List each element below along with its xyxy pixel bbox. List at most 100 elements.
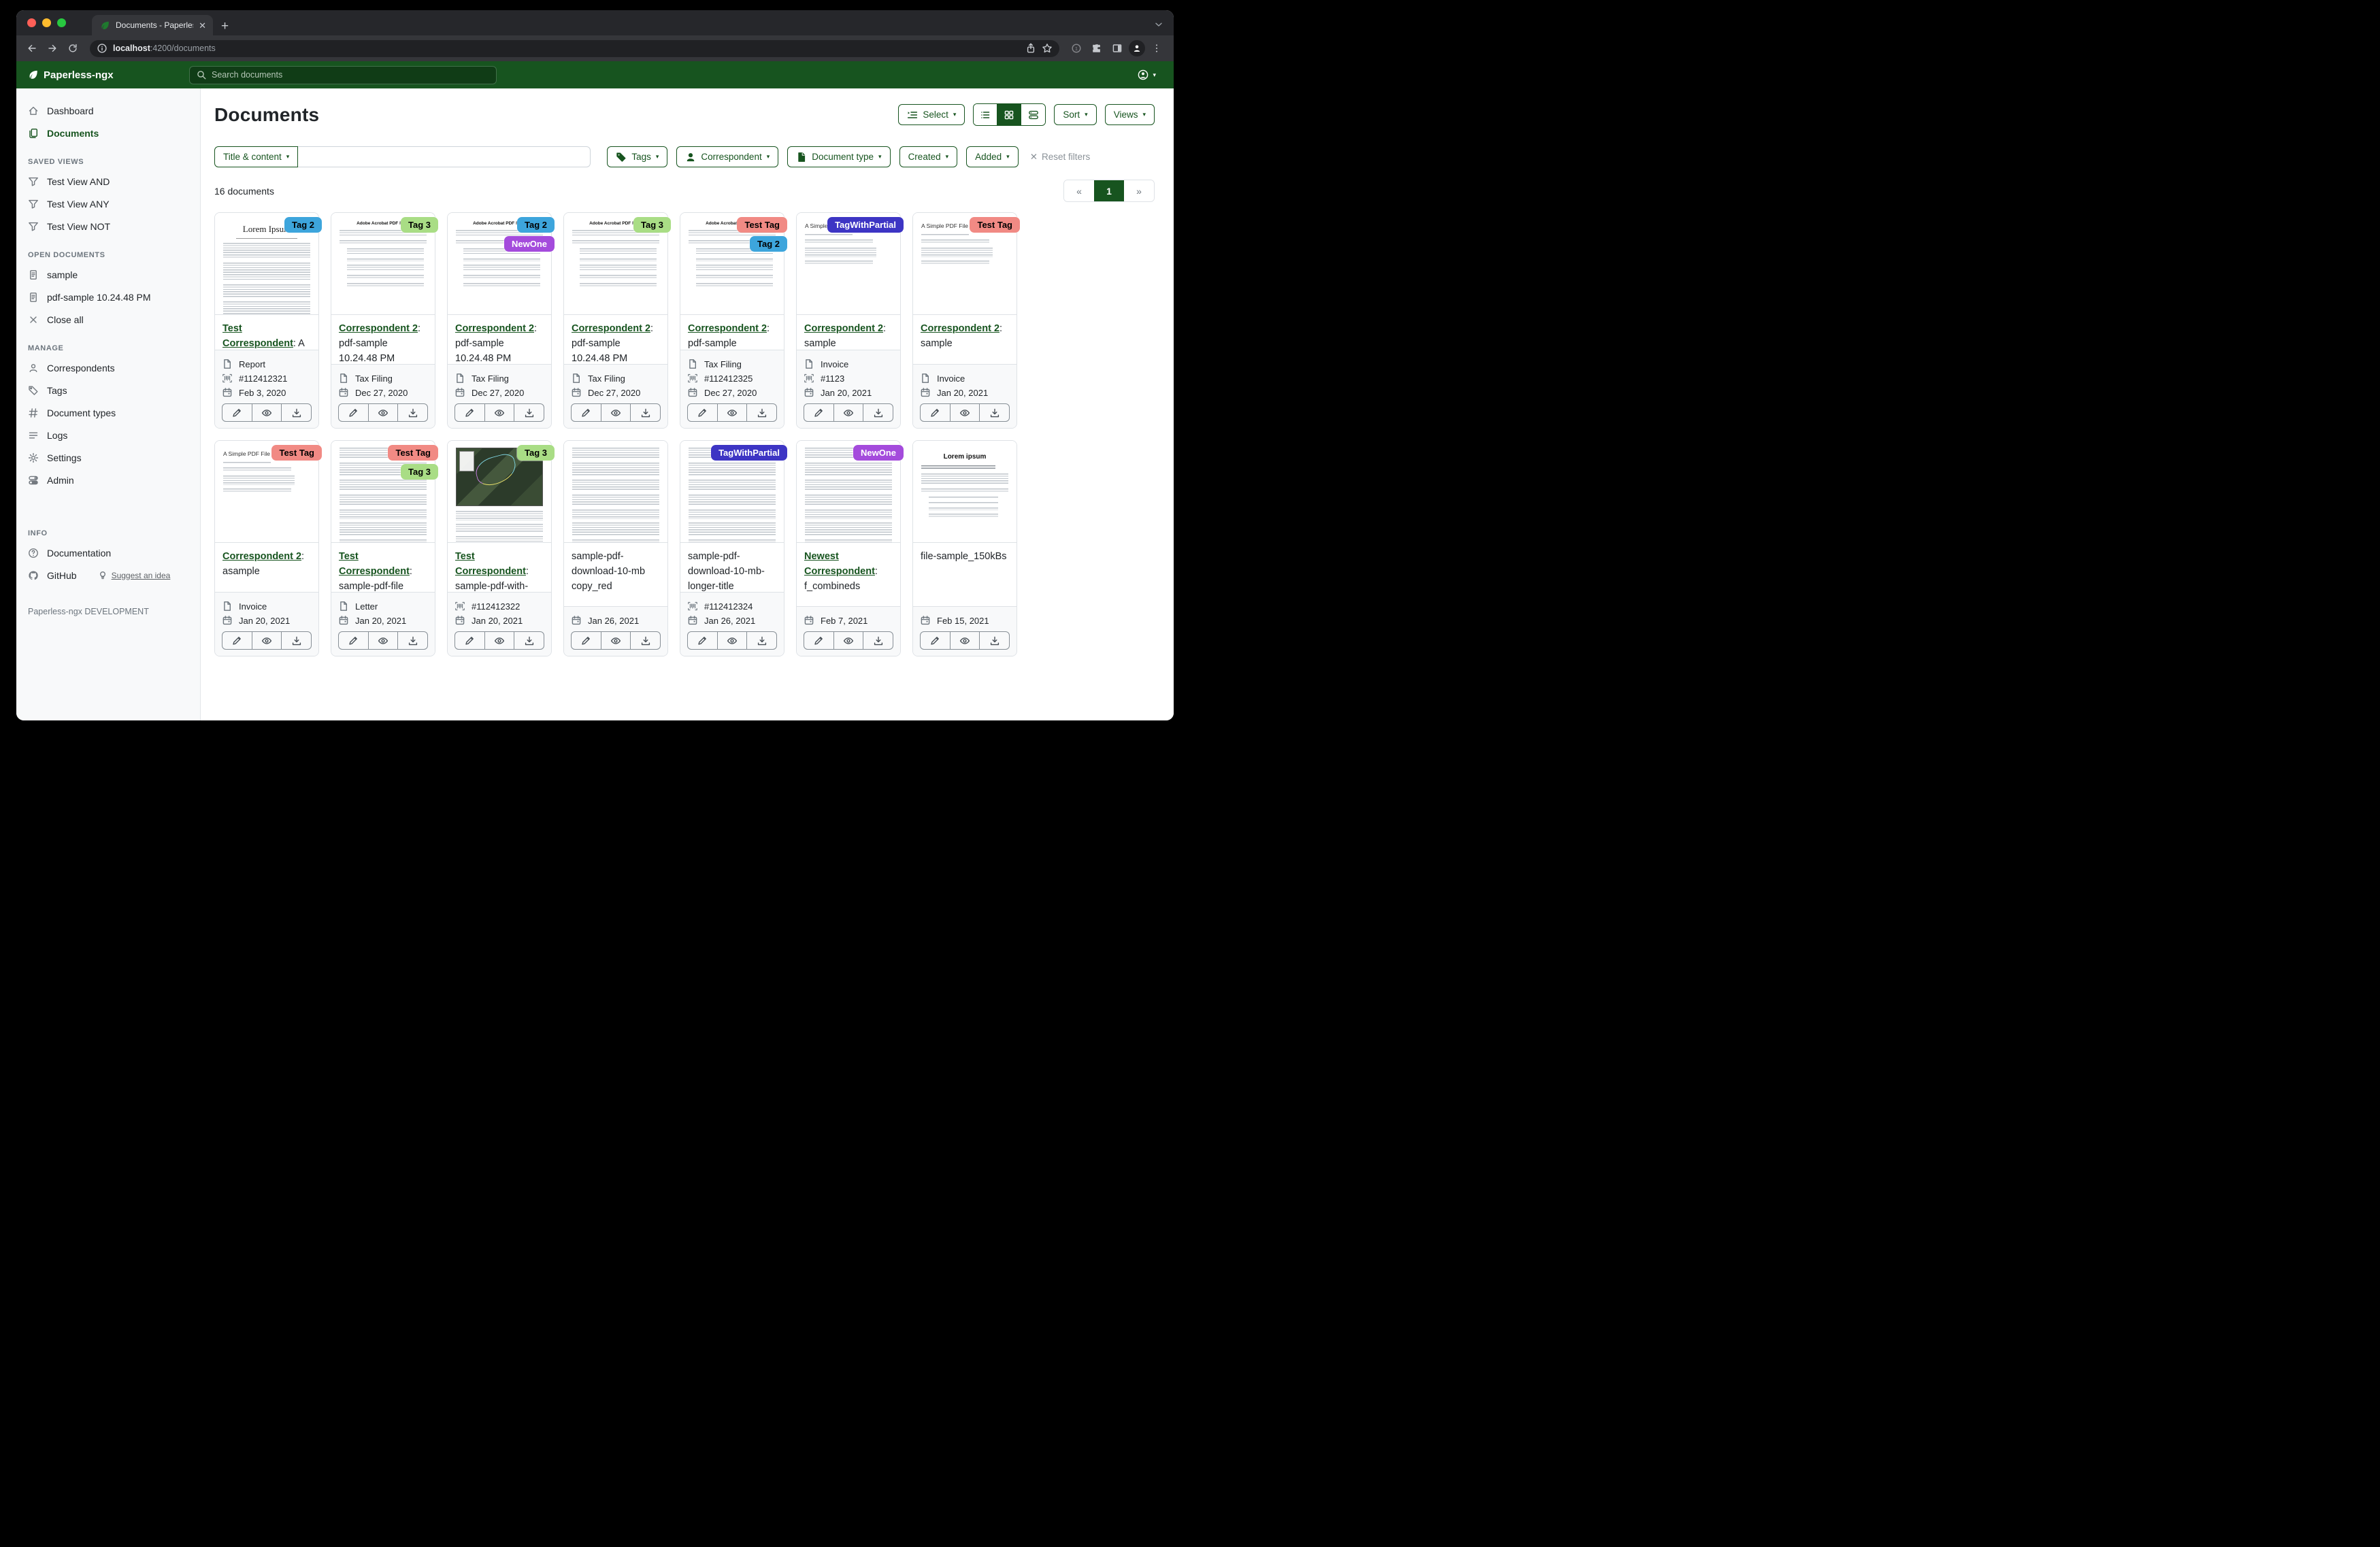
sidebar-item-test-view-any[interactable]: Test View ANY — [16, 193, 193, 215]
preview-button[interactable] — [485, 632, 515, 649]
select-button[interactable]: Select▾ — [898, 104, 965, 125]
suggest-idea-link[interactable]: Suggest an idea — [112, 571, 171, 580]
tag-badge[interactable]: NewOne — [504, 236, 555, 252]
download-button[interactable] — [282, 632, 311, 649]
tag-badge[interactable]: TagWithPartial — [827, 217, 904, 233]
list-view-toggle[interactable] — [974, 104, 997, 125]
tag-badge[interactable]: Test Tag — [271, 445, 322, 461]
correspondent-link[interactable]: Test Correspondent — [455, 551, 526, 577]
tag-badge[interactable]: Tag 2 — [750, 236, 787, 252]
download-button[interactable] — [980, 404, 1009, 421]
pagination-page-1[interactable]: 1 — [1094, 180, 1124, 201]
correspondent-link[interactable]: Correspondent 2 — [688, 323, 767, 334]
bookmark-star-icon[interactable] — [1042, 43, 1053, 54]
preview-button[interactable] — [601, 404, 631, 421]
back-button[interactable] — [23, 39, 41, 57]
preview-button[interactable] — [718, 632, 748, 649]
document-thumbnail[interactable] — [564, 441, 667, 543]
edit-button[interactable] — [455, 404, 485, 421]
site-info-icon[interactable] — [97, 43, 108, 54]
tag-badge[interactable]: Tag 3 — [517, 445, 555, 461]
tag-badge[interactable]: Test Tag — [970, 217, 1020, 233]
added-filter-button[interactable]: Added▾ — [966, 146, 1019, 167]
correspondent-link[interactable]: Test Correspondent — [222, 323, 293, 349]
edit-button[interactable] — [804, 404, 834, 421]
tab-search-chevron-icon[interactable] — [1153, 19, 1164, 30]
download-button[interactable] — [747, 404, 776, 421]
user-menu[interactable]: ▾ — [1138, 69, 1174, 80]
tag-badge[interactable]: NewOne — [853, 445, 904, 461]
tag-badge[interactable]: Tag 2 — [284, 217, 322, 233]
preview-button[interactable] — [834, 632, 864, 649]
tag-badge[interactable]: Tag 3 — [633, 217, 671, 233]
browser-tab[interactable]: Documents - Paperless-ngx ✕ — [92, 15, 213, 35]
edit-button[interactable] — [572, 632, 601, 649]
tag-badge[interactable]: Test Tag — [737, 217, 787, 233]
correspondent-link[interactable]: Correspondent 2 — [339, 323, 418, 334]
preview-button[interactable] — [252, 404, 282, 421]
search-input[interactable] — [212, 70, 490, 80]
preview-button[interactable] — [369, 404, 399, 421]
forward-button[interactable] — [44, 39, 61, 57]
edit-button[interactable] — [339, 404, 369, 421]
grid-view-toggle[interactable] — [997, 104, 1021, 125]
sidebar-item-admin[interactable]: Admin — [16, 469, 193, 491]
correspondent-link[interactable]: Correspondent 2 — [921, 323, 999, 334]
sidebar-item-dashboard[interactable]: Dashboard — [16, 99, 193, 122]
side-panel-icon[interactable] — [1108, 39, 1126, 57]
download-button[interactable] — [398, 404, 427, 421]
edit-button[interactable] — [921, 632, 951, 649]
app-brand[interactable]: Paperless-ngx — [16, 69, 189, 81]
zoom-window-button[interactable] — [57, 18, 66, 27]
preview-button[interactable] — [485, 404, 515, 421]
download-button[interactable] — [282, 404, 311, 421]
sidebar-item-tags[interactable]: Tags — [16, 379, 193, 401]
share-icon[interactable] — [1025, 43, 1036, 54]
extension-badge-icon[interactable]: 1 — [1068, 39, 1085, 57]
preview-button[interactable] — [951, 404, 980, 421]
edit-button[interactable] — [222, 632, 252, 649]
preview-button[interactable] — [834, 404, 864, 421]
correspondent-link[interactable]: Correspondent 2 — [455, 323, 534, 334]
correspondent-link[interactable]: Correspondent 2 — [222, 551, 301, 562]
tag-badge[interactable]: TagWithPartial — [711, 445, 787, 461]
download-button[interactable] — [514, 632, 544, 649]
created-filter-button[interactable]: Created▾ — [899, 146, 958, 167]
download-button[interactable] — [631, 404, 660, 421]
correspondent-link[interactable]: Newest Correspondent — [804, 551, 875, 577]
detail-view-toggle[interactable] — [1021, 104, 1045, 125]
edit-button[interactable] — [455, 632, 485, 649]
preview-button[interactable] — [718, 404, 748, 421]
tag-badge[interactable]: Tag 2 — [517, 217, 555, 233]
sidebar-item-settings[interactable]: Settings — [16, 446, 193, 469]
sidebar-item-documentation[interactable]: Documentation — [16, 542, 193, 564]
download-button[interactable] — [631, 632, 660, 649]
document-thumbnail[interactable]: Lorem ipsum — [913, 441, 1017, 543]
title-content-dropdown[interactable]: Title & content▾ — [214, 146, 298, 167]
sidebar-item-sample[interactable]: sample — [16, 263, 193, 286]
sidebar-item-documents[interactable]: Documents — [16, 122, 193, 144]
tags-filter-button[interactable]: Tags▾ — [607, 146, 667, 167]
sidebar-item-document-types[interactable]: Document types — [16, 401, 193, 424]
browser-menu-icon[interactable] — [1148, 39, 1166, 57]
title-content-input[interactable] — [298, 146, 591, 167]
window-controls[interactable] — [16, 10, 77, 35]
edit-button[interactable] — [688, 632, 718, 649]
edit-button[interactable] — [222, 404, 252, 421]
edit-button[interactable] — [572, 404, 601, 421]
download-button[interactable] — [980, 632, 1009, 649]
sidebar-item-pdf-sample-10-24-48-pm[interactable]: pdf-sample 10.24.48 PM — [16, 286, 193, 308]
preview-button[interactable] — [601, 632, 631, 649]
edit-button[interactable] — [804, 632, 834, 649]
download-button[interactable] — [863, 404, 893, 421]
download-button[interactable] — [863, 632, 893, 649]
sidebar-item-close-all[interactable]: Close all — [16, 308, 193, 331]
sort-button[interactable]: Sort▾ — [1054, 104, 1096, 125]
pagination-next[interactable]: » — [1124, 180, 1154, 201]
sidebar-item-test-view-and[interactable]: Test View AND — [16, 170, 193, 193]
download-button[interactable] — [747, 632, 776, 649]
tag-badge[interactable]: Tag 3 — [401, 217, 438, 233]
edit-button[interactable] — [921, 404, 951, 421]
preview-button[interactable] — [252, 632, 282, 649]
document-type-filter-button[interactable]: Document type▾ — [787, 146, 890, 167]
